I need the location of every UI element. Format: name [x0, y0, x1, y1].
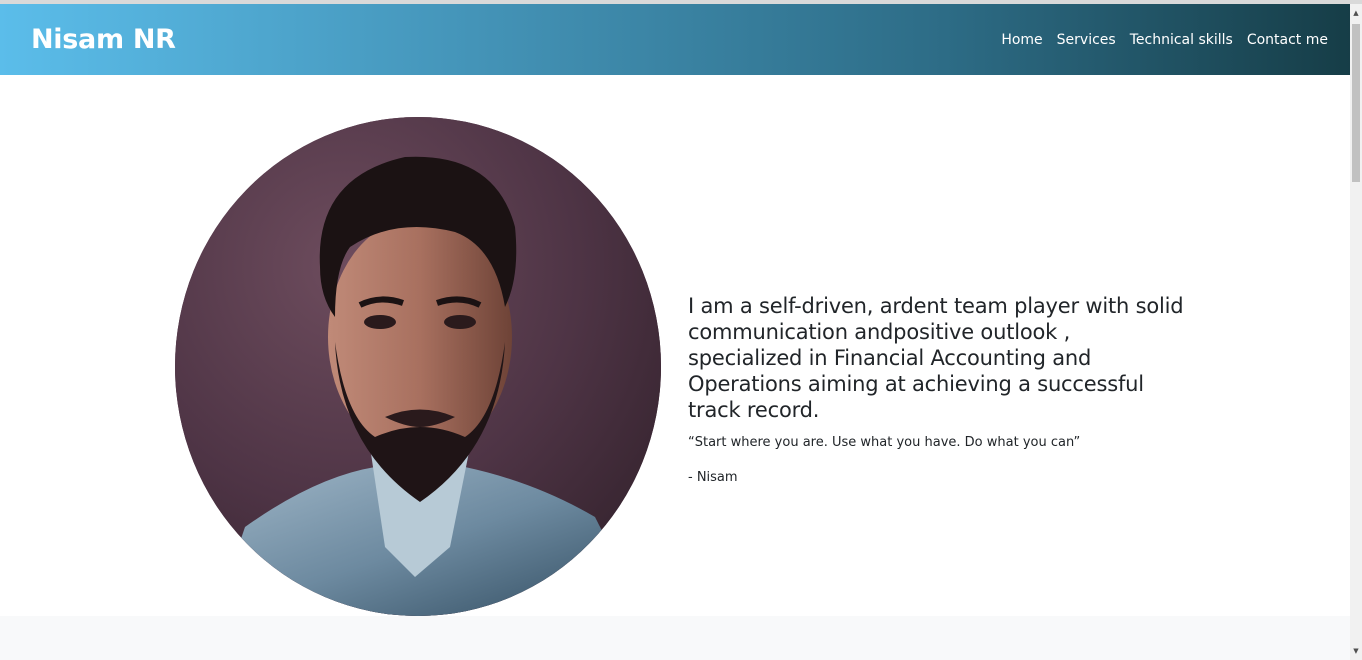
intro-headline: I am a self-driven, ardent team player w…	[688, 294, 1184, 422]
quote-author: - Nisam	[688, 470, 738, 485]
scroll-down-arrow-icon[interactable]: ▼	[1350, 644, 1362, 658]
hero-section: I am a self-driven, ardent team player w…	[0, 75, 1350, 616]
navbar: Nisam NR Home Services Technical skills …	[0, 4, 1350, 75]
nav-link-home[interactable]: Home	[1001, 32, 1042, 48]
nav-links: Home Services Technical skills Contact m…	[1001, 32, 1328, 48]
scrollbar-thumb[interactable]	[1352, 24, 1360, 182]
intro-block: I am a self-driven, ardent team player w…	[688, 293, 1188, 485]
nav-link-technical-skills[interactable]: Technical skills	[1130, 32, 1233, 48]
brand-logo[interactable]: Nisam NR	[31, 24, 176, 55]
intro-quote: “Start where you are. Use what you have.…	[688, 435, 1081, 450]
next-section-band	[0, 616, 1350, 660]
profile-photo	[175, 117, 661, 616]
scroll-up-arrow-icon[interactable]: ▲	[1350, 6, 1362, 20]
page-scrollbar[interactable]: ▲ ▼	[1350, 4, 1362, 660]
nav-link-contact-me[interactable]: Contact me	[1247, 32, 1328, 48]
profile-photo-illustration	[175, 117, 661, 616]
nav-link-services[interactable]: Services	[1057, 32, 1116, 48]
